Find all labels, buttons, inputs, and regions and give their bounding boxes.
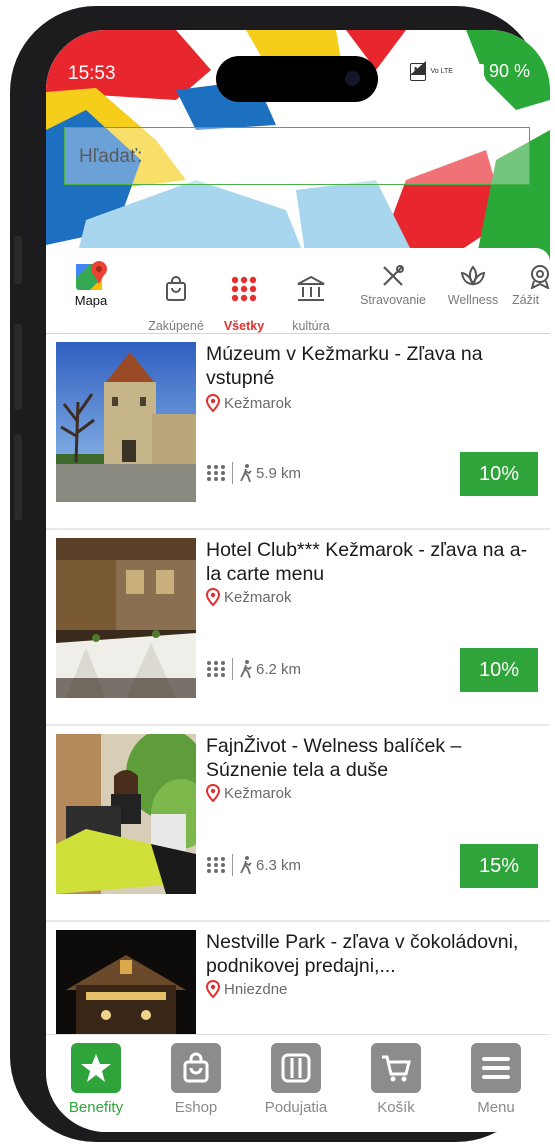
offer-card[interactable]: FajnŽivot - Welness balíček – Súznenie t… bbox=[46, 726, 550, 920]
star-icon bbox=[71, 1043, 121, 1093]
nav-label: Podujatia bbox=[264, 1099, 328, 1116]
offer-image-chocolate bbox=[56, 930, 196, 1034]
walking-icon bbox=[240, 660, 252, 679]
grid-dots-icon bbox=[207, 857, 225, 873]
museum-icon bbox=[274, 273, 348, 305]
grid-dots-icon bbox=[207, 661, 225, 677]
lotus-icon bbox=[440, 260, 506, 292]
hamburger-icon bbox=[471, 1043, 521, 1093]
offer-location-text: Kežmarok bbox=[224, 588, 292, 606]
category-dining[interactable]: Stravovanie bbox=[352, 260, 434, 307]
header-banner: 15:53 N Vo LTE 5G 90 % bbox=[46, 30, 550, 260]
offer-location: Kežmarok bbox=[206, 784, 292, 802]
offer-distance: 6.2 km bbox=[256, 660, 302, 678]
location-pin-icon bbox=[206, 588, 220, 606]
offer-location: Kežmarok bbox=[206, 588, 292, 606]
offer-title: Múzeum v Kežmarku - Zľava na vstupné bbox=[206, 343, 483, 389]
nav-menu[interactable]: Menu bbox=[446, 1043, 546, 1116]
offer-meta: 5.9 km bbox=[206, 462, 301, 484]
nav-eshop[interactable]: Eshop bbox=[146, 1043, 246, 1116]
walking-icon bbox=[240, 856, 252, 875]
cutlery-icon bbox=[352, 260, 434, 292]
page: 15:53 N Vo LTE 5G 90 % bbox=[0, 0, 555, 1147]
offer-location: Hniezdne bbox=[206, 980, 287, 998]
phone-volume-up bbox=[14, 324, 22, 410]
experience-icon bbox=[512, 260, 550, 292]
offer-location-text: Kežmarok bbox=[224, 394, 292, 412]
category-label: Wellness bbox=[447, 293, 499, 307]
category-label: Stravovanie bbox=[359, 293, 426, 307]
nav-label: Benefity bbox=[68, 1099, 124, 1116]
status-indicators: N Vo LTE 5G 90 % bbox=[409, 61, 530, 82]
offer-location-text: Hniezdne bbox=[224, 980, 288, 998]
offer-image-hotel bbox=[56, 538, 196, 698]
phone-frame: 15:53 N Vo LTE 5G 90 % bbox=[10, 6, 550, 1142]
network-type: 5G bbox=[457, 66, 470, 77]
category-map[interactable]: Mapa bbox=[62, 260, 120, 307]
separator bbox=[232, 854, 233, 876]
offer-card[interactable]: Nestville Park - zľava v čokoládovni, po… bbox=[46, 922, 550, 1034]
location-pin-icon bbox=[206, 784, 220, 802]
nav-podujatia[interactable]: Podujatia bbox=[246, 1043, 346, 1116]
discount-badge[interactable]: 15% bbox=[460, 844, 538, 888]
status-bar: 15:53 N Vo LTE 5G 90 % bbox=[46, 30, 550, 102]
signal-icon bbox=[409, 61, 426, 75]
offer-title: Nestville Park - zľava v čokoládovni, po… bbox=[206, 931, 519, 977]
category-strip: Mapa Zakúpené položky bbox=[46, 248, 550, 346]
category-label: Mapa bbox=[74, 293, 108, 308]
grid-dots-icon bbox=[214, 273, 274, 305]
grid-dots-icon bbox=[207, 465, 225, 481]
location-pin-icon bbox=[206, 394, 220, 412]
offer-meta: 6.2 km bbox=[206, 658, 301, 680]
app-screen: 15:53 N Vo LTE 5G 90 % bbox=[46, 30, 550, 1132]
offer-distance: 6.3 km bbox=[256, 856, 302, 874]
offer-list[interactable]: Múzeum v Kežmarku - Zľava na vstupné Kež… bbox=[46, 334, 550, 1034]
search-label: Hľadať: bbox=[79, 146, 143, 167]
shopping-bag-icon bbox=[171, 1043, 221, 1093]
phone-side-button bbox=[14, 236, 22, 284]
discount-badge[interactable]: 10% bbox=[460, 452, 538, 496]
offer-distance: 5.9 km bbox=[256, 464, 302, 482]
bottom-navigation: Benefity Eshop Podujatia Košík Menu bbox=[46, 1034, 550, 1132]
battery-level: 90 % bbox=[488, 61, 530, 81]
offer-image-museum bbox=[56, 342, 196, 502]
phone-volume-down bbox=[14, 434, 22, 520]
volte-indicator: Vo LTE bbox=[430, 67, 453, 75]
offer-title: Hotel Club*** Kežmarok - zľava na a-la c… bbox=[206, 539, 528, 585]
cart-icon bbox=[371, 1043, 421, 1093]
offer-card[interactable]: Hotel Club*** Kežmarok - zľava na a-la c… bbox=[46, 530, 550, 724]
offer-card[interactable]: Múzeum v Kežmarku - Zľava na vstupné Kež… bbox=[46, 334, 550, 528]
map-pin-icon bbox=[62, 260, 120, 292]
offer-location: Kežmarok bbox=[206, 394, 292, 412]
nav-label: Eshop bbox=[174, 1099, 218, 1116]
camera-icon bbox=[345, 71, 360, 86]
columns-icon bbox=[271, 1043, 321, 1093]
offer-location-text: Kežmarok bbox=[224, 784, 292, 802]
separator bbox=[232, 462, 233, 484]
category-label: Zážit bbox=[512, 293, 540, 307]
separator bbox=[232, 658, 233, 680]
shopping-bag-icon bbox=[136, 273, 216, 305]
status-time: 15:53 bbox=[68, 63, 116, 84]
battery-icon bbox=[474, 63, 484, 80]
dynamic-island bbox=[216, 56, 378, 102]
category-wellness[interactable]: Wellness bbox=[440, 260, 506, 307]
discount-badge[interactable]: 10% bbox=[460, 648, 538, 692]
nav-label: Menu bbox=[477, 1099, 515, 1116]
nav-label: Košík bbox=[377, 1099, 415, 1116]
walking-icon bbox=[240, 464, 252, 483]
category-experiences[interactable]: Zážit bbox=[512, 260, 550, 307]
offer-title: FajnŽivot - Welness balíček – Súznenie t… bbox=[206, 735, 462, 781]
offer-image-wellness bbox=[56, 734, 196, 894]
nav-benefity[interactable]: Benefity bbox=[46, 1043, 146, 1116]
offer-meta: 6.3 km bbox=[206, 854, 301, 876]
location-pin-icon bbox=[206, 980, 220, 998]
search-field[interactable]: Hľadať: bbox=[64, 127, 530, 185]
nav-kosik[interactable]: Košík bbox=[346, 1043, 446, 1116]
